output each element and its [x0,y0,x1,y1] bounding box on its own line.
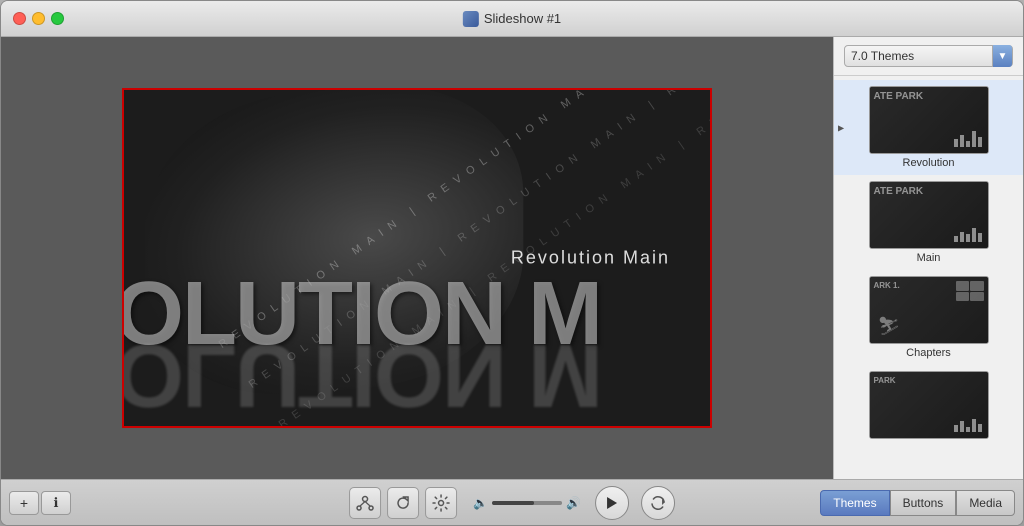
preview-background: REVOLUTION MAIN | REVOLUTION MAIN | REVO… [124,90,710,426]
main-window: Slideshow #1 REVOLUTION MAIN | REVOLUTIO… [0,0,1024,526]
theme-label-revolution: Revolution [903,157,955,169]
themes-header: 7.0 Themes ▼ [834,37,1023,76]
volume-high-icon: 🔊 [566,496,581,510]
info-icon: ℹ [54,495,59,511]
network-button[interactable] [349,487,381,519]
theme-thumbnail-extra: PARK [869,371,989,439]
big-text-reflection: OLUTION M [124,323,601,426]
slide-title: Revolution Main [511,248,670,269]
tab-media[interactable]: Media [956,490,1015,516]
add-icon: + [20,495,28,511]
traffic-lights [13,12,64,25]
toolbar-inner: + ℹ [9,490,1015,516]
thumb-figure: ⛷ [878,316,901,337]
loop-button[interactable] [641,486,675,520]
thumb-skate-text: ATE PARK [874,91,924,103]
minimize-button[interactable] [32,12,45,25]
thumb-bars [954,131,982,147]
theme-thumbnail-revolution: ATE PARK [869,86,989,154]
settings-button[interactable] [425,487,457,519]
refresh-button[interactable] [387,487,419,519]
content-area: REVOLUTION MAIN | REVOLUTION MAIN | REVO… [1,37,1023,479]
titlebar: Slideshow #1 [1,1,1023,37]
toolbar-center: 🔈 🔊 [349,486,675,520]
tab-group: Themes Buttons Media [820,490,1015,516]
theme-item-extra[interactable]: PARK [834,365,1023,445]
preview-panel: REVOLUTION MAIN | REVOLUTION MAIN | REVO… [1,37,833,479]
theme-label-chapters: Chapters [906,347,951,359]
preview-canvas: REVOLUTION MAIN | REVOLUTION MAIN | REVO… [122,88,712,428]
refresh-icon [394,494,412,512]
theme-thumbnail-chapters: ARK 1. ⛷ [869,276,989,344]
thumb-chapters-text: ARK 1. [874,281,900,291]
theme-item-main[interactable]: ATE PARK Main [834,175,1023,270]
title-text: Slideshow #1 [484,11,561,26]
right-panel: 7.0 Themes ▼ ATE PARK [833,37,1023,479]
thumb-main-skate-text: ATE PARK [874,186,924,198]
play-icon [606,496,618,510]
volume-slider[interactable] [492,501,562,505]
volume-control: 🔈 🔊 [473,496,581,510]
toolbar-right: Themes Buttons Media [820,490,1015,516]
add-button[interactable]: + [9,491,39,515]
volume-low-icon: 🔈 [473,496,488,510]
loop-icon [649,494,667,512]
thumb-main-bars [954,228,982,242]
tab-media-label: Media [969,496,1002,510]
dropdown-arrow-icon: ▼ [992,45,1012,67]
tab-buttons-label: Buttons [903,496,944,510]
network-icon [356,494,374,512]
tab-themes-label: Themes [833,496,876,510]
tab-buttons[interactable]: Buttons [890,490,957,516]
theme-label-main: Main [917,252,941,264]
theme-item-revolution[interactable]: ATE PARK Revolution [834,80,1023,175]
thumb-chapters-grid [956,281,984,301]
app-icon [463,11,479,27]
toolbar-left: + ℹ [9,491,71,515]
bottom-toolbar: + ℹ [1,479,1023,525]
maximize-button[interactable] [51,12,64,25]
tab-themes[interactable]: Themes [820,490,889,516]
themes-list[interactable]: ATE PARK Revolution [834,76,1023,479]
thumb-extra-text: PARK [874,376,896,386]
close-button[interactable] [13,12,26,25]
themes-dropdown-label: 7.0 Themes [851,49,914,63]
themes-dropdown[interactable]: 7.0 Themes ▼ [844,45,1013,67]
theme-thumbnail-main: ATE PARK [869,181,989,249]
thumb-extra-bars [954,419,982,432]
info-button[interactable]: ℹ [41,491,71,515]
settings-icon [432,494,450,512]
play-button[interactable] [595,486,629,520]
theme-item-chapters[interactable]: ARK 1. ⛷ Chapters [834,270,1023,365]
window-title: Slideshow #1 [463,11,561,27]
